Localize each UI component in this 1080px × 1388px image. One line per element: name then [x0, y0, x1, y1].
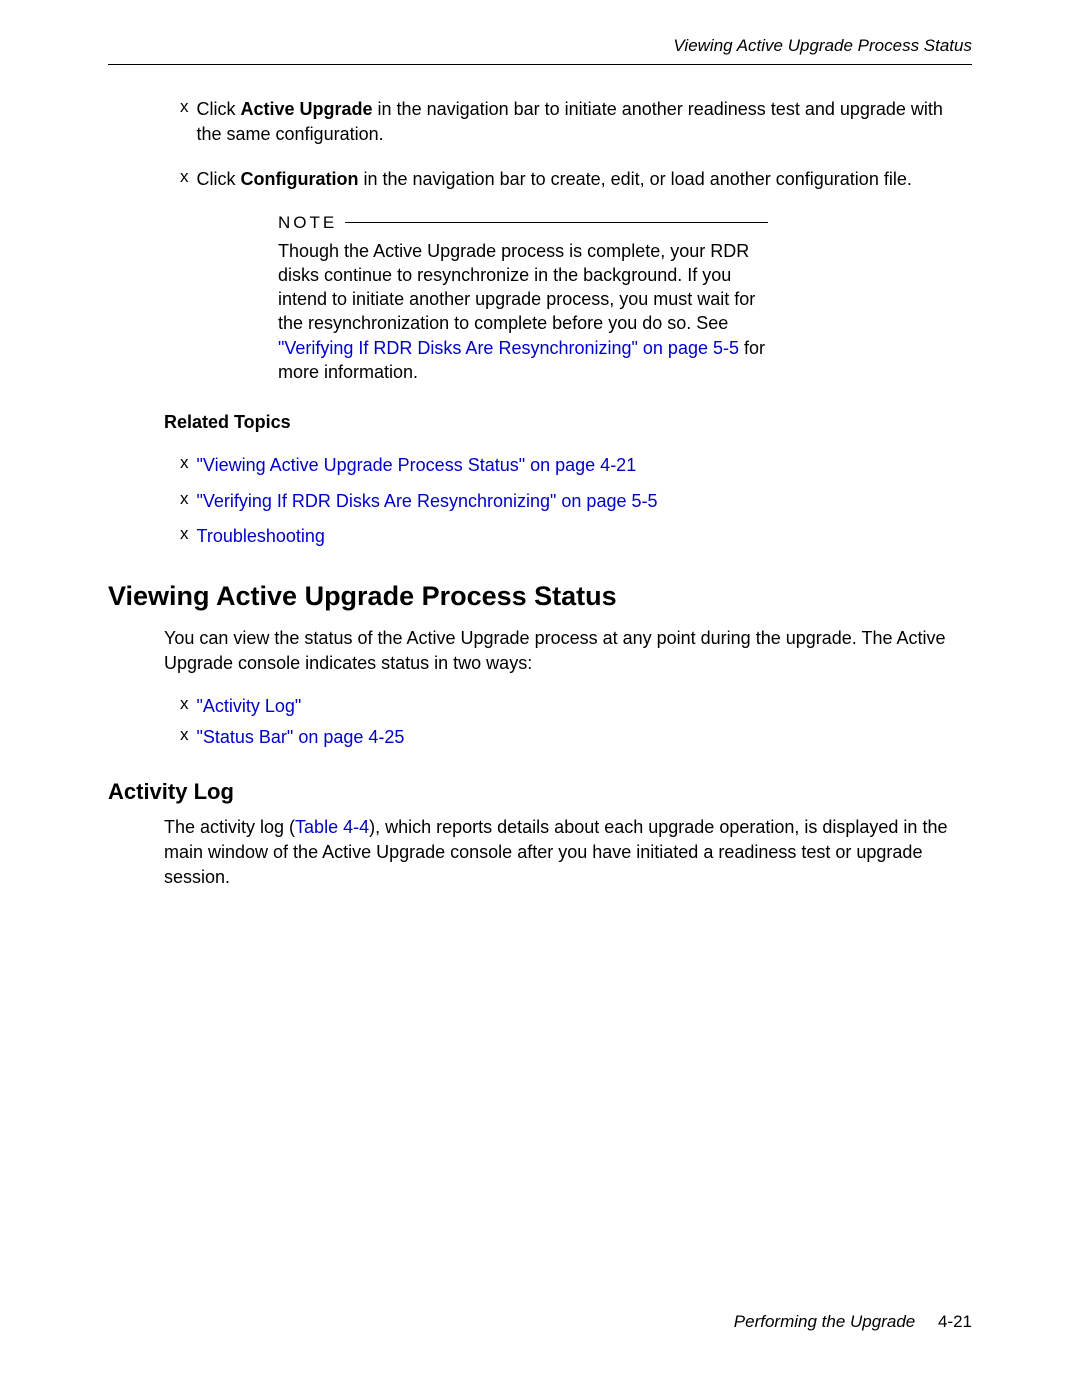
link-table-4-4[interactable]: Table 4-4	[295, 817, 369, 837]
footer-chapter-title: Performing the Upgrade	[734, 1312, 915, 1331]
bullet-text: Click Active Upgrade in the navigation b…	[197, 97, 973, 147]
note-rule	[345, 222, 768, 223]
related-topics-list: x "Viewing Active Upgrade Process Status…	[108, 453, 972, 549]
section-intro-paragraph: You can view the status of the Active Up…	[164, 626, 972, 676]
bullet-marker: x	[180, 453, 189, 478]
link-text[interactable]: "Status Bar" on page 4-25	[197, 725, 405, 750]
running-title: Viewing Active Upgrade Process Status	[673, 36, 972, 55]
bullet-marker: x	[180, 167, 189, 192]
section-heading-viewing-status: Viewing Active Upgrade Process Status	[108, 581, 972, 612]
activity-log-paragraph: The activity log (Table 4-4), which repo…	[164, 815, 972, 891]
bullet-item-configuration: x Click Configuration in the navigation …	[108, 167, 972, 192]
link-text[interactable]: "Viewing Active Upgrade Process Status" …	[197, 453, 637, 478]
link-text[interactable]: "Verifying If RDR Disks Are Resynchroniz…	[197, 489, 658, 514]
link-text[interactable]: "Activity Log"	[197, 694, 302, 719]
note-header: NOTE	[278, 213, 768, 233]
section-link-activity-log: x "Activity Log"	[108, 694, 972, 719]
link-text[interactable]: Troubleshooting	[197, 524, 325, 549]
bullet-marker: x	[180, 97, 189, 147]
subsection-heading-activity-log: Activity Log	[108, 779, 972, 805]
related-link-verifying-rdr: x "Verifying If RDR Disks Are Resynchron…	[108, 489, 972, 514]
section-link-list: x "Activity Log" x "Status Bar" on page …	[108, 694, 972, 750]
bullet-marker: x	[180, 694, 189, 719]
footer-page-number: 4-21	[938, 1312, 972, 1331]
bullet-marker: x	[180, 489, 189, 514]
related-link-troubleshooting: x Troubleshooting	[108, 524, 972, 549]
note-block: NOTE Though the Active Upgrade process i…	[278, 213, 768, 385]
section-link-status-bar: x "Status Bar" on page 4-25	[108, 725, 972, 750]
related-topics-heading: Related Topics	[164, 412, 972, 433]
bullet-item-active-upgrade: x Click Active Upgrade in the navigation…	[108, 97, 972, 147]
running-header: Viewing Active Upgrade Process Status	[108, 36, 972, 65]
bullet-marker: x	[180, 725, 189, 750]
note-link-verifying-rdr[interactable]: "Verifying If RDR Disks Are Resynchroniz…	[278, 338, 739, 358]
bullet-text: Click Configuration in the navigation ba…	[197, 167, 912, 192]
page-footer: Performing the Upgrade 4-21	[734, 1312, 972, 1332]
bullet-marker: x	[180, 524, 189, 549]
note-body: Though the Active Upgrade process is com…	[278, 239, 768, 385]
note-label: NOTE	[278, 213, 337, 233]
page-content: Viewing Active Upgrade Process Status x …	[0, 0, 1080, 890]
related-link-viewing-status: x "Viewing Active Upgrade Process Status…	[108, 453, 972, 478]
